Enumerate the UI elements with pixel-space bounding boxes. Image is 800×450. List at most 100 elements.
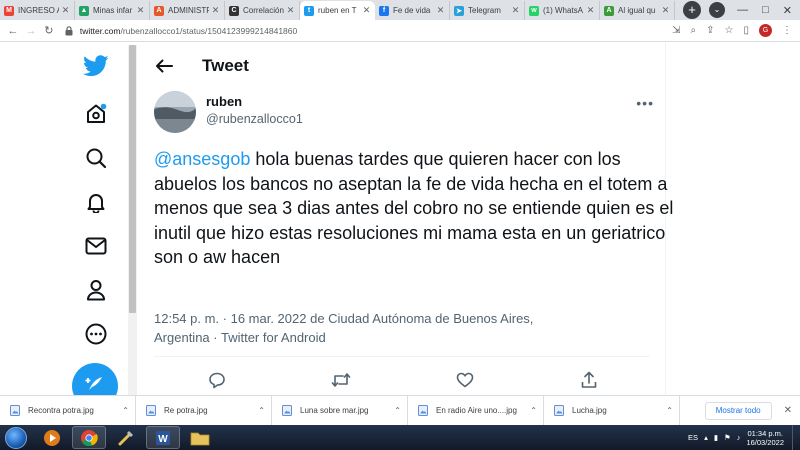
tweet-actions	[154, 369, 650, 391]
start-button[interactable]	[5, 426, 27, 449]
compose-tweet-button[interactable]	[72, 363, 118, 395]
nav-profile[interactable]	[72, 273, 120, 307]
menu-dots-icon[interactable]: ⋮	[782, 25, 792, 36]
nav-more[interactable]	[72, 317, 120, 351]
nav-messages[interactable]	[72, 229, 120, 263]
install-icon[interactable]: ⇲	[672, 25, 680, 36]
search-icon[interactable]: ⌕	[691, 25, 697, 36]
flag-icon[interactable]: ⚑	[724, 433, 731, 442]
browser-tab[interactable]: t ruben en T ✕	[300, 1, 375, 20]
tab-search-button[interactable]: ⌄	[709, 2, 725, 18]
download-filename: Lucha.jpg	[572, 406, 607, 415]
svg-text:W: W	[158, 434, 168, 445]
author-handle[interactable]: @rubenzallocco1	[206, 112, 303, 126]
sidepanel-icon[interactable]: ▯	[744, 25, 750, 36]
back-arrow-icon[interactable]	[154, 59, 174, 73]
retweet-button[interactable]	[330, 369, 352, 391]
more-options-icon[interactable]: •••	[636, 95, 654, 111]
download-item[interactable]: Lucha.jpg ⌃	[544, 395, 680, 426]
windows-taskbar: W ES ▴ ▮ ⚑ ♪ 01:34 p.m. 16/03/2022	[0, 425, 800, 450]
close-tab-icon[interactable]: ✕	[436, 5, 445, 16]
profile-avatar[interactable]: G	[759, 24, 773, 37]
minimize-icon[interactable]: —	[737, 4, 748, 17]
download-options-icon[interactable]: ⌃	[394, 406, 401, 415]
reload-icon[interactable]: ↻	[40, 24, 58, 37]
show-desktop-button[interactable]	[792, 425, 800, 450]
download-item[interactable]: Re potra.jpg ⌃	[136, 395, 272, 426]
close-tab-icon[interactable]: ✕	[511, 5, 520, 16]
volume-icon[interactable]: ♪	[737, 433, 741, 442]
browser-tab[interactable]: w (1) WhatsA ✕	[525, 1, 600, 20]
download-options-icon[interactable]: ⌃	[666, 406, 673, 415]
author-avatar[interactable]	[154, 91, 196, 133]
like-button[interactable]	[454, 369, 476, 391]
forward-icon[interactable]: →	[22, 25, 40, 37]
download-item[interactable]: En radio Aire uno....jpg ⌃	[408, 395, 544, 426]
nav-notifications[interactable]	[72, 185, 120, 219]
download-options-icon[interactable]: ⌃	[530, 406, 537, 415]
tab-favicon-icon: A	[604, 5, 614, 16]
taskbar-media-player[interactable]	[35, 426, 69, 449]
browser-tab[interactable]: A ADMINISTR ✕	[150, 1, 225, 20]
maximize-icon[interactable]: □	[762, 4, 769, 17]
share-icon[interactable]: ⇪	[706, 25, 714, 36]
url-host: twitter.com	[79, 25, 121, 36]
divider	[154, 356, 650, 357]
url-path: /rubenzallocco1/status/15041239992148418…	[120, 25, 298, 36]
back-icon[interactable]: ←	[4, 25, 22, 37]
scrollbar-thumb[interactable]	[129, 45, 136, 313]
image-file-icon	[10, 405, 20, 416]
browser-tab[interactable]: ▲ Minas infar ✕	[75, 1, 150, 20]
nav-home[interactable]	[72, 97, 120, 131]
nav-explore[interactable]	[72, 141, 120, 175]
tweet-source[interactable]: Argentina · Twitter for Android	[154, 328, 574, 347]
close-tab-icon[interactable]: ✕	[211, 5, 220, 16]
image-file-icon	[554, 405, 564, 416]
heart-icon	[456, 372, 474, 388]
search-icon	[86, 148, 107, 169]
show-all-downloads-button[interactable]: Mostrar todo	[704, 401, 772, 420]
tweet-timestamp-location[interactable]: 12:54 p. m. · 16 mar. 2022 de Ciudad Aut…	[154, 309, 574, 328]
browser-tab[interactable]: M INGRESO A ✕	[0, 1, 75, 20]
taskbar-word[interactable]: W	[146, 426, 180, 449]
close-window-icon[interactable]: ✕	[783, 4, 792, 17]
twitter-logo-icon[interactable]	[72, 49, 120, 83]
tab-favicon-icon: A	[154, 5, 164, 16]
download-item[interactable]: Recontra potra.jpg ⌃	[0, 395, 136, 426]
page-scrollbar[interactable]	[128, 45, 137, 395]
tab-title: (1) WhatsA	[543, 6, 584, 15]
taskbar-tools[interactable]	[109, 426, 143, 449]
language-indicator[interactable]: ES	[688, 433, 698, 442]
reply-button[interactable]	[206, 369, 228, 391]
address-bar[interactable]: twitter.com/rubenzallocco1/status/150412…	[64, 22, 672, 40]
network-icon[interactable]: ▮	[714, 433, 718, 442]
browser-tab[interactable]: C Correlación ✕	[225, 1, 300, 20]
browser-tab[interactable]: A Al igual qu ✕	[600, 1, 675, 20]
close-tab-icon[interactable]: ✕	[136, 5, 145, 16]
new-tab-button[interactable]: +	[683, 0, 701, 19]
download-filename: En radio Aire uno....jpg	[436, 406, 517, 415]
bell-icon	[87, 194, 105, 213]
close-tab-icon[interactable]: ✕	[586, 5, 595, 16]
author-name[interactable]: ruben	[206, 94, 242, 109]
close-tab-icon[interactable]: ✕	[362, 5, 371, 16]
close-tab-icon[interactable]: ✕	[61, 5, 70, 16]
bookmark-star-icon[interactable]: ☆	[725, 25, 734, 36]
close-tab-icon[interactable]: ✕	[661, 5, 670, 16]
download-item[interactable]: Luna sobre mar.jpg ⌃	[272, 395, 408, 426]
browser-toolbar: ← → ↻ twitter.com/rubenzallocco1/status/…	[0, 20, 800, 42]
clock[interactable]: 01:34 p.m. 16/03/2022	[746, 429, 784, 447]
browser-tab[interactable]: f Fe de vida ✕	[375, 1, 450, 20]
close-downloads-icon[interactable]: ✕	[784, 405, 792, 416]
close-tab-icon[interactable]: ✕	[286, 5, 295, 16]
mention-link[interactable]: @ansesgob	[154, 149, 250, 169]
tray-arrow-icon[interactable]: ▴	[704, 433, 708, 442]
share-button[interactable]	[578, 369, 600, 391]
taskbar-chrome[interactable]	[72, 426, 106, 449]
taskbar-explorer[interactable]	[183, 426, 217, 449]
download-options-icon[interactable]: ⌃	[258, 406, 265, 415]
tab-title: Correlación	[243, 6, 284, 15]
browser-tab[interactable]: ➤ Telegram ✕	[450, 1, 525, 20]
tab-strip: M INGRESO A ✕ ▲ Minas infar ✕ A ADMINISTR ✕ C Corr…	[0, 0, 800, 20]
download-options-icon[interactable]: ⌃	[122, 406, 129, 415]
